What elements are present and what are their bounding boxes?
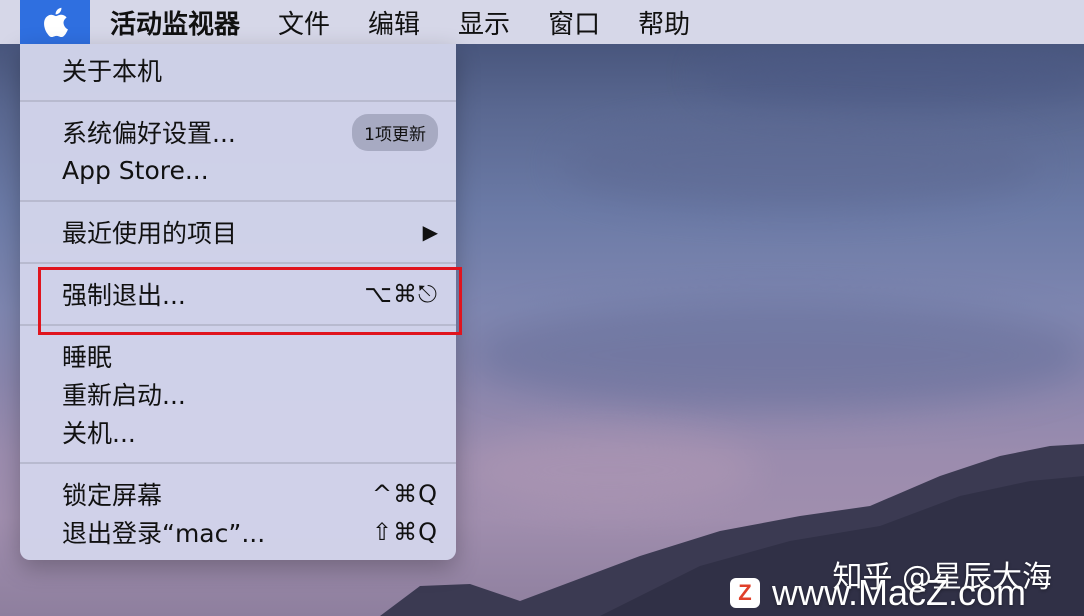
menu-item-system-preferences[interactable]: 系统偏好设置... 1项更新 — [62, 113, 438, 151]
menu-separator — [20, 262, 456, 264]
submenu-arrow-icon: ▶ — [422, 220, 438, 244]
menu-item-label: 系统偏好设置... — [62, 119, 236, 148]
menu-item-label: 锁定屏幕 — [62, 481, 163, 510]
menubar-view[interactable]: 显示 — [458, 4, 510, 41]
menu-item-about[interactable]: 关于本机 — [62, 51, 438, 89]
menubar-file[interactable]: 文件 — [278, 4, 330, 41]
menu-item-label: 重新启动... — [62, 381, 186, 410]
desktop-cloud — [560, 120, 1040, 210]
menubar-help[interactable]: 帮助 — [638, 4, 690, 41]
keyboard-shortcut: ^⌘Q — [372, 480, 438, 508]
force-quit-highlight-box — [38, 267, 462, 335]
menu-bar: 活动监视器 文件 编辑 显示 窗口 帮助 — [0, 0, 1084, 44]
menu-separator — [20, 462, 456, 464]
keyboard-shortcut: ⇧⌘Q — [372, 518, 438, 546]
menu-item-label: 关于本机 — [62, 57, 163, 86]
apple-logo-icon — [44, 7, 68, 37]
update-badge: 1项更新 — [352, 113, 438, 151]
menu-item-recent-items[interactable]: 最近使用的项目 ▶ — [62, 213, 438, 251]
desktop-cloud — [700, 40, 1084, 110]
menu-item-restart[interactable]: 重新启动... — [62, 375, 438, 413]
menu-item-label: App Store... — [62, 155, 209, 185]
macz-watermark: Z www.MacZ.com — [730, 572, 1026, 614]
menu-item-logout[interactable]: 退出登录“mac”... ⇧⌘Q — [62, 513, 438, 551]
menu-item-label: 退出登录“mac”... — [62, 519, 266, 548]
menu-item-label: 关机... — [62, 419, 136, 448]
desktop-cloud — [470, 300, 1084, 410]
menu-item-lock-screen[interactable]: 锁定屏幕 ^⌘Q — [62, 475, 438, 513]
menu-separator — [20, 200, 456, 202]
menu-item-shutdown[interactable]: 关机... — [62, 413, 438, 451]
menubar-app-name[interactable]: 活动监视器 — [110, 4, 240, 41]
menu-item-label: 最近使用的项目 — [62, 219, 238, 248]
menu-item-app-store[interactable]: App Store... — [62, 151, 438, 189]
menubar-edit[interactable]: 编辑 — [368, 4, 420, 41]
menu-separator — [20, 100, 456, 102]
menu-item-sleep[interactable]: 睡眠 — [62, 337, 438, 375]
watermark-url: www.MacZ.com — [772, 572, 1027, 613]
menubar-window[interactable]: 窗口 — [548, 4, 600, 41]
apple-menu-button[interactable] — [20, 0, 90, 44]
macz-logo-icon: Z — [730, 578, 760, 608]
menu-item-label: 睡眠 — [62, 343, 113, 372]
